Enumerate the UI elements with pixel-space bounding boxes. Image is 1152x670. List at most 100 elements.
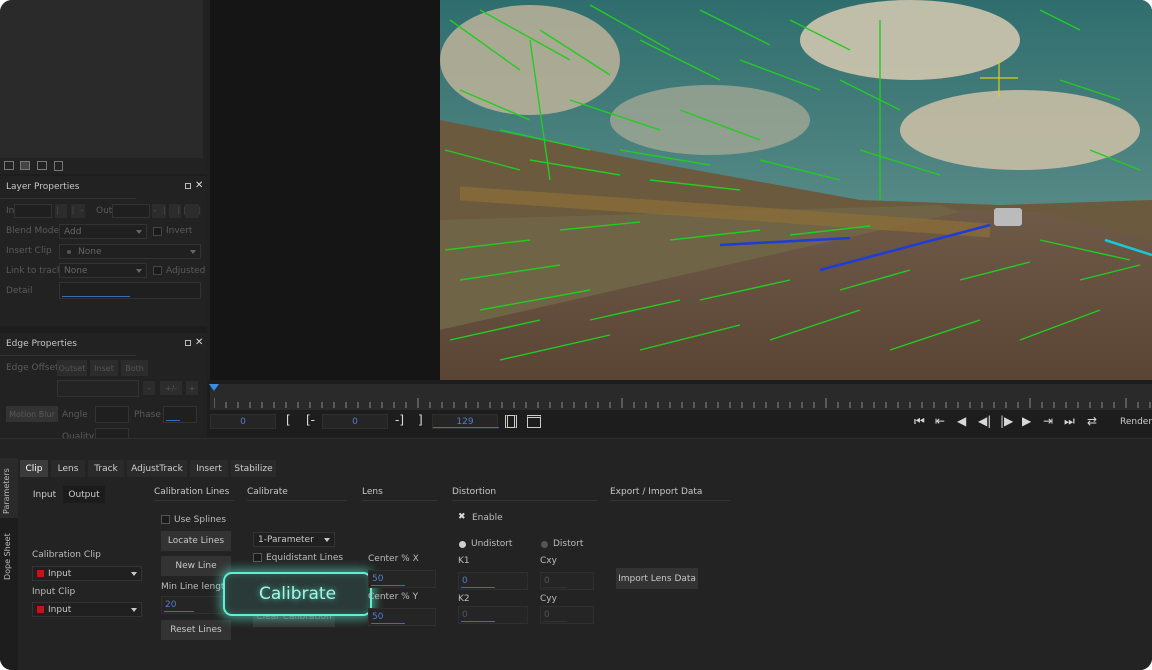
duplicate-icon[interactable] bbox=[37, 161, 47, 170]
out-bracket-button[interactable]: ] bbox=[418, 413, 423, 427]
tab-stabilize[interactable]: Stabilize bbox=[231, 460, 276, 477]
tab-adjusttrack[interactable]: AdjustTrack bbox=[127, 460, 187, 477]
both-button[interactable]: Both bbox=[121, 360, 148, 376]
viewer-image[interactable] bbox=[440, 0, 1152, 380]
k1-value: 0 bbox=[462, 576, 468, 586]
calibration-clip-label: Calibration Clip bbox=[32, 550, 101, 560]
blend-mode-select[interactable]: Add bbox=[59, 224, 147, 239]
tab-track[interactable]: Track bbox=[88, 460, 124, 477]
new-folder-icon[interactable] bbox=[4, 161, 14, 170]
locate-lines-button[interactable]: Locate Lines bbox=[161, 531, 231, 551]
input-clip-select[interactable]: Input bbox=[32, 602, 142, 617]
go-to-in-button[interactable]: [- bbox=[306, 413, 315, 427]
render-button[interactable]: Render bbox=[1120, 417, 1152, 427]
go-in-button[interactable]: ⎸- bbox=[71, 204, 85, 218]
detail-slider-fill bbox=[62, 296, 130, 297]
edge-minus-button[interactable]: - bbox=[143, 381, 155, 395]
tab-insert[interactable]: Insert bbox=[190, 460, 228, 477]
loop-icon[interactable]: ⇄ bbox=[1087, 414, 1097, 428]
inset-button[interactable]: Inset bbox=[90, 360, 118, 376]
new-line-button[interactable]: New Line bbox=[161, 556, 231, 576]
set-out-button[interactable]: ⎹ bbox=[169, 204, 181, 218]
enable-checkbox-icon[interactable]: ✖ bbox=[458, 512, 466, 522]
playhead-icon[interactable] bbox=[209, 384, 219, 391]
subtab-input[interactable]: Input bbox=[30, 486, 59, 503]
tab-clip[interactable]: Clip bbox=[20, 460, 48, 477]
distort-radio[interactable] bbox=[541, 541, 548, 548]
use-splines-checkbox[interactable] bbox=[161, 515, 170, 524]
k1-field[interactable]: 0 bbox=[458, 572, 528, 590]
in-field[interactable] bbox=[14, 204, 52, 218]
subtab-output[interactable]: Output bbox=[63, 486, 105, 503]
tab-lens[interactable]: Lens bbox=[51, 460, 85, 477]
edge-offset-field[interactable] bbox=[57, 380, 139, 397]
edge-apply-button[interactable]: +/- bbox=[160, 381, 182, 395]
go-to-end-icon[interactable]: ⏭ bbox=[1064, 414, 1075, 429]
step-forward-icon[interactable]: |▶ bbox=[1000, 414, 1013, 428]
side-tab-parameters[interactable]: Parameters bbox=[0, 458, 18, 518]
k1-underline bbox=[461, 587, 495, 588]
new-item-icon[interactable] bbox=[20, 161, 30, 170]
distort-label: Distort bbox=[553, 539, 584, 549]
min-line-length-field[interactable]: 20 bbox=[161, 596, 229, 614]
lens-rule bbox=[362, 500, 437, 501]
k2-field[interactable]: 0 bbox=[458, 606, 528, 624]
clip-range-icon[interactable] bbox=[527, 415, 541, 428]
center-x-label: Center % X bbox=[368, 554, 419, 564]
play-backward-icon[interactable]: ◀ bbox=[957, 414, 966, 428]
insert-clip-select[interactable]: None bbox=[59, 244, 201, 259]
import-lens-data-button[interactable]: Import Lens Data bbox=[616, 568, 698, 589]
edge-plus-button[interactable]: + bbox=[186, 381, 198, 395]
angle-field[interactable] bbox=[95, 406, 129, 423]
in-frame-field[interactable]: 0 bbox=[322, 414, 388, 429]
float-panel-icon[interactable] bbox=[185, 183, 191, 189]
go-to-out-button[interactable]: -] bbox=[395, 413, 404, 427]
cxy-underline bbox=[543, 587, 567, 588]
motion-blur-button[interactable]: Motion Blur bbox=[6, 406, 58, 422]
play-forward-icon[interactable]: ▶ bbox=[1022, 414, 1031, 428]
center-x-field[interactable]: 50 bbox=[368, 570, 436, 588]
undistort-radio[interactable] bbox=[459, 541, 466, 548]
edge-properties-separator bbox=[0, 355, 136, 356]
adjusted-checkbox[interactable] bbox=[153, 266, 162, 275]
in-bracket-button[interactable]: [ bbox=[286, 413, 291, 427]
step-back-icon[interactable]: ◀| bbox=[978, 414, 991, 428]
next-keyframe-icon[interactable]: ⇥ bbox=[1043, 414, 1053, 428]
viewer-divider bbox=[207, 0, 210, 380]
equidistant-lines-checkbox[interactable] bbox=[253, 553, 262, 562]
input-clip-label: Input Clip bbox=[32, 587, 76, 597]
k1-label: K1 bbox=[458, 556, 470, 566]
out-field[interactable] bbox=[112, 204, 150, 218]
current-frame-field[interactable]: 0 bbox=[210, 414, 276, 429]
parameter-mode-select[interactable]: 1-Parameter bbox=[253, 532, 335, 547]
detail-slider[interactable] bbox=[59, 282, 201, 299]
end-frame-field[interactable]: 129 bbox=[432, 414, 499, 429]
link-to-track-select[interactable]: None bbox=[59, 263, 147, 278]
float-panel-icon[interactable] bbox=[185, 340, 191, 346]
app-window: Layer Properties ✕ In ⎸ ⎸- Out -⎹ ⎹ ⎸⎹ B… bbox=[0, 0, 1152, 670]
reset-lines-button[interactable]: Reset Lines bbox=[161, 620, 231, 640]
trash-icon[interactable] bbox=[54, 161, 63, 171]
set-in-button[interactable]: ⎸ bbox=[55, 204, 67, 218]
calibrate-button-label: Calibrate bbox=[258, 584, 337, 604]
go-out-button[interactable]: -⎹ bbox=[152, 204, 166, 218]
phase-field[interactable] bbox=[163, 406, 197, 423]
min-line-length-label: Min Line length bbox=[161, 582, 231, 592]
invert-checkbox[interactable] bbox=[153, 227, 162, 236]
filmstrip-icon[interactable] bbox=[505, 415, 517, 428]
outset-button[interactable]: Outset bbox=[57, 360, 87, 376]
calibration-clip-select[interactable]: Input bbox=[32, 566, 142, 581]
cxy-field[interactable]: 0 bbox=[540, 572, 594, 590]
side-tab-dope-sheet-label: Dope Sheet bbox=[3, 533, 12, 580]
layer-properties-separator bbox=[0, 198, 136, 199]
invert-label: Invert bbox=[166, 226, 193, 236]
prev-keyframe-icon[interactable]: ⇤ bbox=[935, 414, 945, 428]
go-to-start-icon[interactable]: ⏮ bbox=[914, 414, 925, 429]
center-y-field[interactable]: 50 bbox=[368, 608, 436, 626]
close-panel-icon[interactable]: ✕ bbox=[195, 337, 203, 348]
cyy-field[interactable]: 0 bbox=[540, 606, 594, 624]
calibrate-button[interactable]: Calibrate bbox=[223, 572, 372, 616]
close-panel-icon[interactable]: ✕ bbox=[195, 180, 203, 191]
out-range-button[interactable]: ⎸⎹ bbox=[184, 204, 200, 218]
side-tab-dope-sheet[interactable]: Dope Sheet bbox=[0, 524, 18, 586]
